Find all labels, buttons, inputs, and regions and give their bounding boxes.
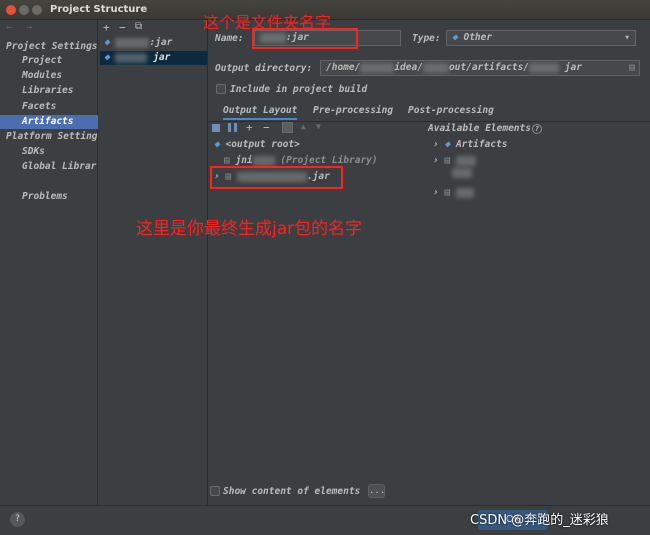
close-window-button[interactable]	[6, 5, 16, 15]
library-icon: ▤	[224, 155, 230, 166]
available-module-node[interactable]: › ▤	[433, 187, 474, 198]
name-label: Name:	[215, 33, 244, 44]
nav-item-problems[interactable]: Problems	[0, 190, 98, 204]
redacted-text	[455, 155, 476, 166]
type-select[interactable]: ❖ Other ▾	[446, 30, 636, 46]
minimize-window-button[interactable]	[19, 5, 29, 15]
move-down-icon[interactable]: ▼	[316, 122, 321, 131]
tab-post-processing[interactable]: Post-processing	[408, 105, 494, 116]
redacted-text	[455, 187, 474, 198]
path-segment: jar	[564, 62, 582, 73]
window-title: Project Structure	[50, 4, 148, 15]
redacted-text	[115, 37, 150, 48]
redacted-text	[452, 168, 472, 178]
output-directory-label: Output directory:	[215, 63, 313, 74]
more-options-button[interactable]: ...	[368, 484, 385, 498]
sort-elements-icon[interactable]	[282, 122, 293, 133]
available-artifacts-node[interactable]: › ❖ Artifacts	[433, 139, 507, 150]
remove-element-icon[interactable]: −	[263, 121, 270, 134]
expand-chevron-icon: ›	[433, 187, 439, 198]
jar-name-annotation: 这里是你最终生成jar包的名字	[136, 219, 363, 239]
library-name: jni	[235, 155, 253, 166]
redacted-text	[360, 62, 395, 73]
artifact-diamond-icon: ❖	[104, 52, 110, 63]
artifact-list-panel	[99, 20, 208, 505]
available-elements-title: Available Elements	[428, 123, 531, 134]
tab-output-layout[interactable]: Output Layout	[223, 105, 298, 120]
available-module-node[interactable]: › ▤	[433, 155, 476, 166]
output-root-icon: ❖	[214, 139, 220, 150]
artifact-diamond-icon: ❖	[104, 37, 110, 48]
include-in-build-checkbox[interactable]	[216, 84, 226, 94]
copy-artifact-icon[interactable]: ⧉	[135, 21, 142, 32]
maximize-window-button[interactable]	[32, 5, 42, 15]
redacted-text	[252, 155, 275, 166]
artifact-list-item-selected[interactable]: ❖ jar	[100, 51, 207, 65]
folder-name-annotation: 这个是文件夹名字	[203, 13, 332, 32]
nav-item-global-libraries[interactable]: Global Librar	[0, 160, 98, 174]
tree-library-row[interactable]: ▤ jni (Project Library)	[224, 155, 378, 166]
platform-settings-header: Platform Setting	[6, 131, 98, 142]
add-artifact-icon[interactable]: +	[103, 21, 110, 34]
add-copy-of-icon[interactable]: +	[246, 121, 253, 134]
redacted-text	[529, 62, 560, 73]
library-type-label: (Project Library)	[280, 155, 378, 166]
nav-item-modules[interactable]: Modules	[0, 69, 98, 83]
folder-icon[interactable]: ▤	[629, 61, 635, 75]
tree-output-root[interactable]: ❖ <output root>	[214, 139, 300, 150]
nav-back-forward-arrows[interactable]: ← →	[6, 22, 36, 33]
output-directory-input[interactable]: /home/idea/out/artifacts/ jar ▤	[320, 60, 640, 76]
other-type-icon: ❖	[452, 32, 458, 43]
redacted-text	[115, 52, 148, 63]
include-in-build-label: Include in project build	[230, 84, 368, 95]
nav-item-libraries[interactable]: Libraries	[0, 84, 98, 98]
artifact-item-label: :jar	[149, 37, 173, 48]
module-folder-icon: ▤	[444, 155, 451, 166]
path-segment: /home/	[326, 62, 361, 73]
artifact-item-label: jar	[153, 52, 171, 63]
redacted-text	[422, 62, 449, 73]
show-content-checkbox[interactable]	[210, 486, 220, 496]
expand-chevron-icon: ›	[433, 155, 439, 166]
create-archive-icon[interactable]	[228, 123, 237, 132]
tab-divider	[208, 121, 650, 122]
csdn-watermark: CSDN @奔跑的_迷彩狼	[470, 513, 609, 528]
jar-highlight-box	[210, 166, 343, 189]
available-artifacts-label: Artifacts	[455, 139, 508, 150]
available-elements-header: Available Elements?	[428, 123, 542, 134]
move-up-icon[interactable]: ▲	[301, 122, 306, 131]
remove-artifact-icon[interactable]: −	[119, 21, 126, 34]
type-label: Type:	[412, 33, 441, 44]
nav-item-artifacts[interactable]: Artifacts	[0, 115, 98, 129]
tab-pre-processing[interactable]: Pre-processing	[313, 105, 393, 116]
artifacts-icon: ❖	[444, 139, 451, 150]
chevron-down-icon: ▾	[624, 32, 630, 43]
expand-chevron-icon: ›	[433, 139, 439, 150]
nav-item-sdks[interactable]: SDKs	[0, 145, 98, 159]
help-button[interactable]: ?	[10, 512, 25, 527]
artifact-list-item[interactable]: ❖ :jar	[100, 36, 207, 50]
path-segment: out/artifacts/	[448, 62, 530, 73]
show-content-label: Show content of elements	[223, 486, 361, 497]
help-icon[interactable]: ?	[531, 124, 542, 134]
path-segment: idea/	[394, 62, 423, 73]
project-settings-header: Project Settings	[6, 41, 98, 52]
redacted-module-name	[452, 168, 472, 178]
type-select-value: Other	[463, 32, 493, 43]
create-directory-icon[interactable]	[212, 124, 220, 132]
output-root-label: <output root>	[225, 139, 300, 150]
nav-item-project[interactable]: Project	[0, 54, 98, 68]
nav-item-facets[interactable]: Facets	[0, 100, 98, 114]
module-folder-icon: ▤	[444, 187, 451, 198]
